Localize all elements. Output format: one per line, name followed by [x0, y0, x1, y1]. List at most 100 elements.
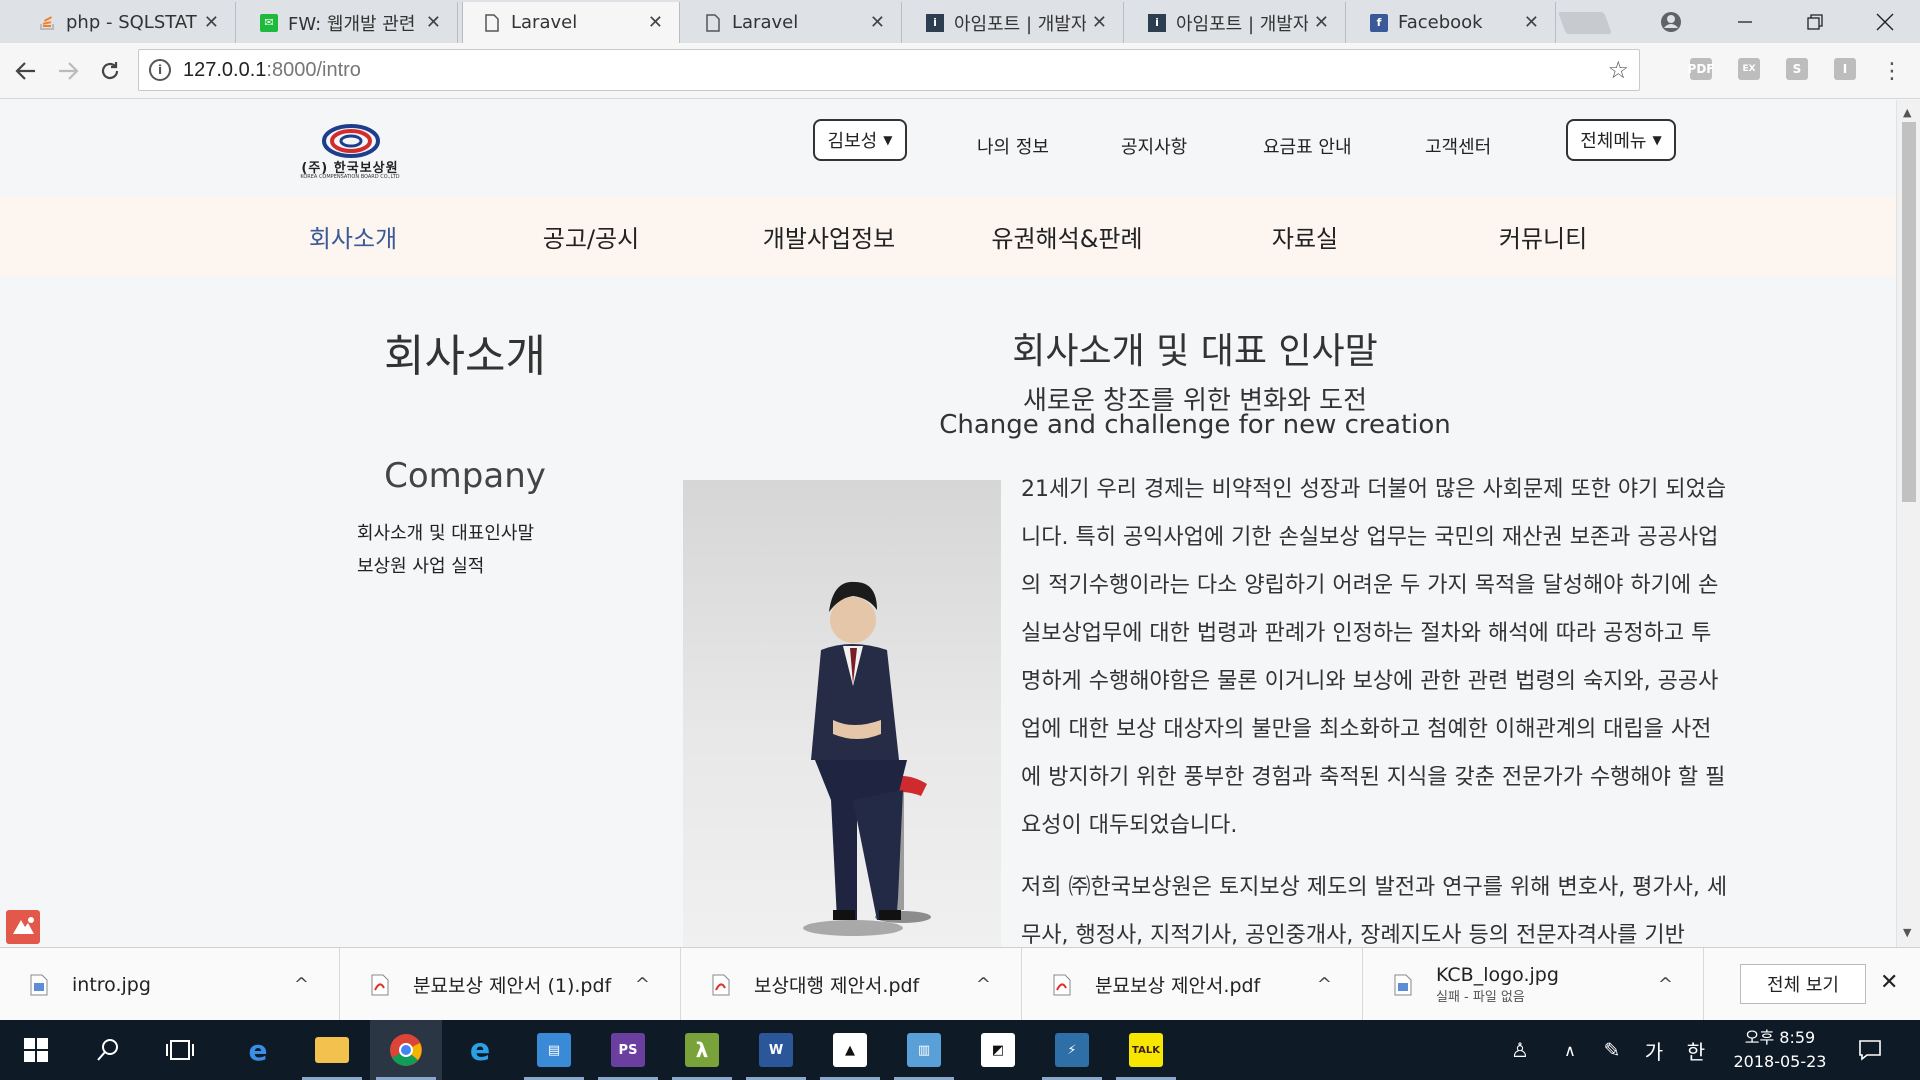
download-item[interactable]: 분묘보상 제안서.pdf ^: [1023, 948, 1363, 1021]
taskbar-app-word[interactable]: W: [740, 1020, 812, 1080]
extension-pdf-icon[interactable]: PDF: [1688, 58, 1714, 80]
forward-icon[interactable]: [48, 51, 88, 91]
scroll-up-arrow-icon[interactable]: ▲: [1903, 106, 1911, 119]
download-item[interactable]: intro.jpg ^: [0, 948, 340, 1021]
search-button[interactable]: [72, 1020, 144, 1080]
taskbar-app-chrome[interactable]: [370, 1020, 442, 1080]
taskbar-app-kakaotalk[interactable]: TALK: [1110, 1020, 1182, 1080]
close-icon[interactable]: ✕: [204, 12, 219, 33]
site-logo[interactable]: (주) 한국보상원 KOREA COMPENSATION BOARD CO.,L…: [284, 124, 416, 180]
taskbar-app-remote[interactable]: ▤: [518, 1020, 590, 1080]
taskbar-app-edge[interactable]: e: [222, 1020, 294, 1080]
chevron-up-icon[interactable]: ^: [635, 974, 650, 995]
folder-icon: [315, 1037, 349, 1063]
chevron-up-icon[interactable]: ^: [294, 974, 309, 995]
task-view-button[interactable]: [144, 1020, 216, 1080]
chevron-up-icon[interactable]: ^: [976, 974, 991, 995]
link-my-info[interactable]: 나의 정보: [977, 128, 1049, 164]
show-all-downloads-button[interactable]: 전체 보기: [1740, 964, 1866, 1004]
new-tab-button[interactable]: [1557, 12, 1613, 34]
link-notice[interactable]: 공지사항: [1121, 128, 1187, 164]
all-menu-dropdown[interactable]: 전체메뉴 ▼: [1566, 119, 1676, 161]
ime-mode-indicator[interactable]: 가: [1636, 1020, 1672, 1080]
close-icon[interactable]: ✕: [1092, 12, 1107, 33]
feedback-widget-icon[interactable]: [6, 910, 40, 944]
image-file-icon: [30, 974, 48, 995]
nav-resources[interactable]: 자료실: [1200, 196, 1410, 276]
browser-tab[interactable]: ✉ FW: 웹개발 관련 ✕: [240, 2, 458, 43]
pen-icon[interactable]: ✎: [1594, 1020, 1630, 1080]
taskbar-app-editor[interactable]: λ: [666, 1020, 738, 1080]
taskbar-app-notes[interactable]: ◩: [962, 1020, 1034, 1080]
sidebar-link-business-record[interactable]: 보상원 사업 실적: [357, 552, 484, 578]
address-bar[interactable]: i 127.0.0.1:8000/intro ☆: [138, 49, 1640, 91]
taskbar-app-files[interactable]: ▥: [888, 1020, 960, 1080]
main-navigation: 회사소개 공고/공시 개발사업정보 유권해석&판례 자료실 커뮤니티: [0, 196, 1896, 276]
taskbar-app-explorer[interactable]: [296, 1020, 368, 1080]
back-icon[interactable]: [6, 51, 46, 91]
content-paragraph-2: 저희 ㈜한국보상원은 토지보상 제도의 발전과 연구를 위해 변호사, 평가사,…: [1021, 875, 1728, 947]
nav-interpretation-cases[interactable]: 유권해석&판례: [962, 196, 1172, 276]
caret-down-icon: ▼: [883, 133, 893, 147]
iamport-icon: i: [1148, 13, 1166, 32]
extension-i-icon[interactable]: I: [1834, 58, 1856, 80]
phpstorm-icon: PS: [611, 1033, 645, 1067]
page-scrollbar[interactable]: ▲ ▼: [1896, 100, 1920, 947]
taskbar-app-phpstorm[interactable]: PS: [592, 1020, 664, 1080]
browser-tab[interactable]: Laravel ✕: [684, 2, 902, 43]
chevron-up-icon[interactable]: ^: [1658, 974, 1673, 995]
download-item[interactable]: 보상대행 제안서.pdf ^: [682, 948, 1022, 1021]
download-filename: KCB_logo.jpg: [1436, 964, 1559, 986]
browser-tab[interactable]: f Facebook ✕: [1350, 2, 1556, 43]
download-item-failed[interactable]: KCB_logo.jpg 실패 - 파일 없음 ^: [1364, 948, 1704, 1021]
tab-title: 아임포트 | 개발자: [1176, 13, 1308, 35]
browser-tab-active[interactable]: Laravel ✕: [462, 2, 680, 43]
taskbar-app-ie[interactable]: e: [444, 1020, 516, 1080]
stackoverflow-icon: [38, 14, 56, 32]
user-menu-dropdown[interactable]: 김보성 ▼: [813, 119, 907, 161]
taskbar-app-photos[interactable]: ▲: [814, 1020, 886, 1080]
close-icon[interactable]: ✕: [648, 12, 663, 33]
tray-overflow-chevron-icon[interactable]: ∧: [1552, 1020, 1588, 1080]
clock-time: 오후 8:59: [1744, 1028, 1816, 1047]
tab-title: Facebook: [1398, 12, 1483, 33]
bookmark-star-icon[interactable]: ☆: [1607, 56, 1629, 84]
close-icon[interactable]: ✕: [870, 12, 885, 33]
chevron-up-icon[interactable]: ^: [1317, 974, 1332, 995]
url-path: :8000/intro: [266, 58, 361, 81]
chrome-menu-icon[interactable]: ⋮: [1872, 51, 1912, 91]
download-filename: 분묘보상 제안서 (1).pdf: [413, 975, 612, 997]
close-icon[interactable]: ✕: [426, 12, 441, 33]
close-icon[interactable]: ✕: [1524, 12, 1539, 33]
nav-announcements[interactable]: 공고/공시: [486, 196, 696, 276]
nav-development-info[interactable]: 개발사업정보: [724, 196, 934, 276]
link-customer-center[interactable]: 고객센터: [1425, 128, 1491, 164]
scroll-down-arrow-icon[interactable]: ▼: [1903, 926, 1911, 939]
taskbar-app-workbench[interactable]: ⚡: [1036, 1020, 1108, 1080]
notification-center-icon[interactable]: [1850, 1020, 1890, 1080]
start-button[interactable]: [0, 1020, 72, 1080]
browser-tab[interactable]: i 아임포트 | 개발자 ✕: [1128, 2, 1346, 43]
ime-language-indicator[interactable]: 한: [1678, 1020, 1714, 1080]
reload-icon[interactable]: [90, 51, 130, 91]
nav-community[interactable]: 커뮤니티: [1438, 196, 1648, 276]
window-close-icon[interactable]: [1850, 0, 1920, 43]
nav-company-intro[interactable]: 회사소개: [248, 196, 458, 276]
link-pricing[interactable]: 요금표 안내: [1263, 128, 1352, 164]
restore-icon[interactable]: [1780, 0, 1850, 43]
address-url[interactable]: 127.0.0.1:8000/intro: [183, 59, 361, 82]
people-icon[interactable]: ♙: [1500, 1020, 1540, 1080]
close-shelf-icon[interactable]: ✕: [1880, 970, 1898, 995]
taskbar-clock[interactable]: 오후 8:59 2018-05-23: [1720, 1026, 1840, 1074]
download-item[interactable]: 분묘보상 제안서 (1).pdf ^: [341, 948, 681, 1021]
browser-tab[interactable]: php - SQLSTATE ✕: [18, 2, 236, 43]
close-icon[interactable]: ✕: [1314, 12, 1329, 33]
sidebar-link-intro-greeting[interactable]: 회사소개 및 대표인사말: [357, 519, 534, 545]
extension-ex-icon[interactable]: EX: [1738, 58, 1760, 80]
minimize-icon[interactable]: [1710, 0, 1780, 43]
site-info-icon[interactable]: i: [149, 59, 171, 81]
extension-s-icon[interactable]: S: [1786, 58, 1808, 80]
profile-icon[interactable]: [1636, 0, 1706, 43]
browser-tab[interactable]: i 아임포트 | 개발자 ✕: [906, 2, 1124, 43]
scrollbar-thumb[interactable]: [1902, 122, 1916, 502]
